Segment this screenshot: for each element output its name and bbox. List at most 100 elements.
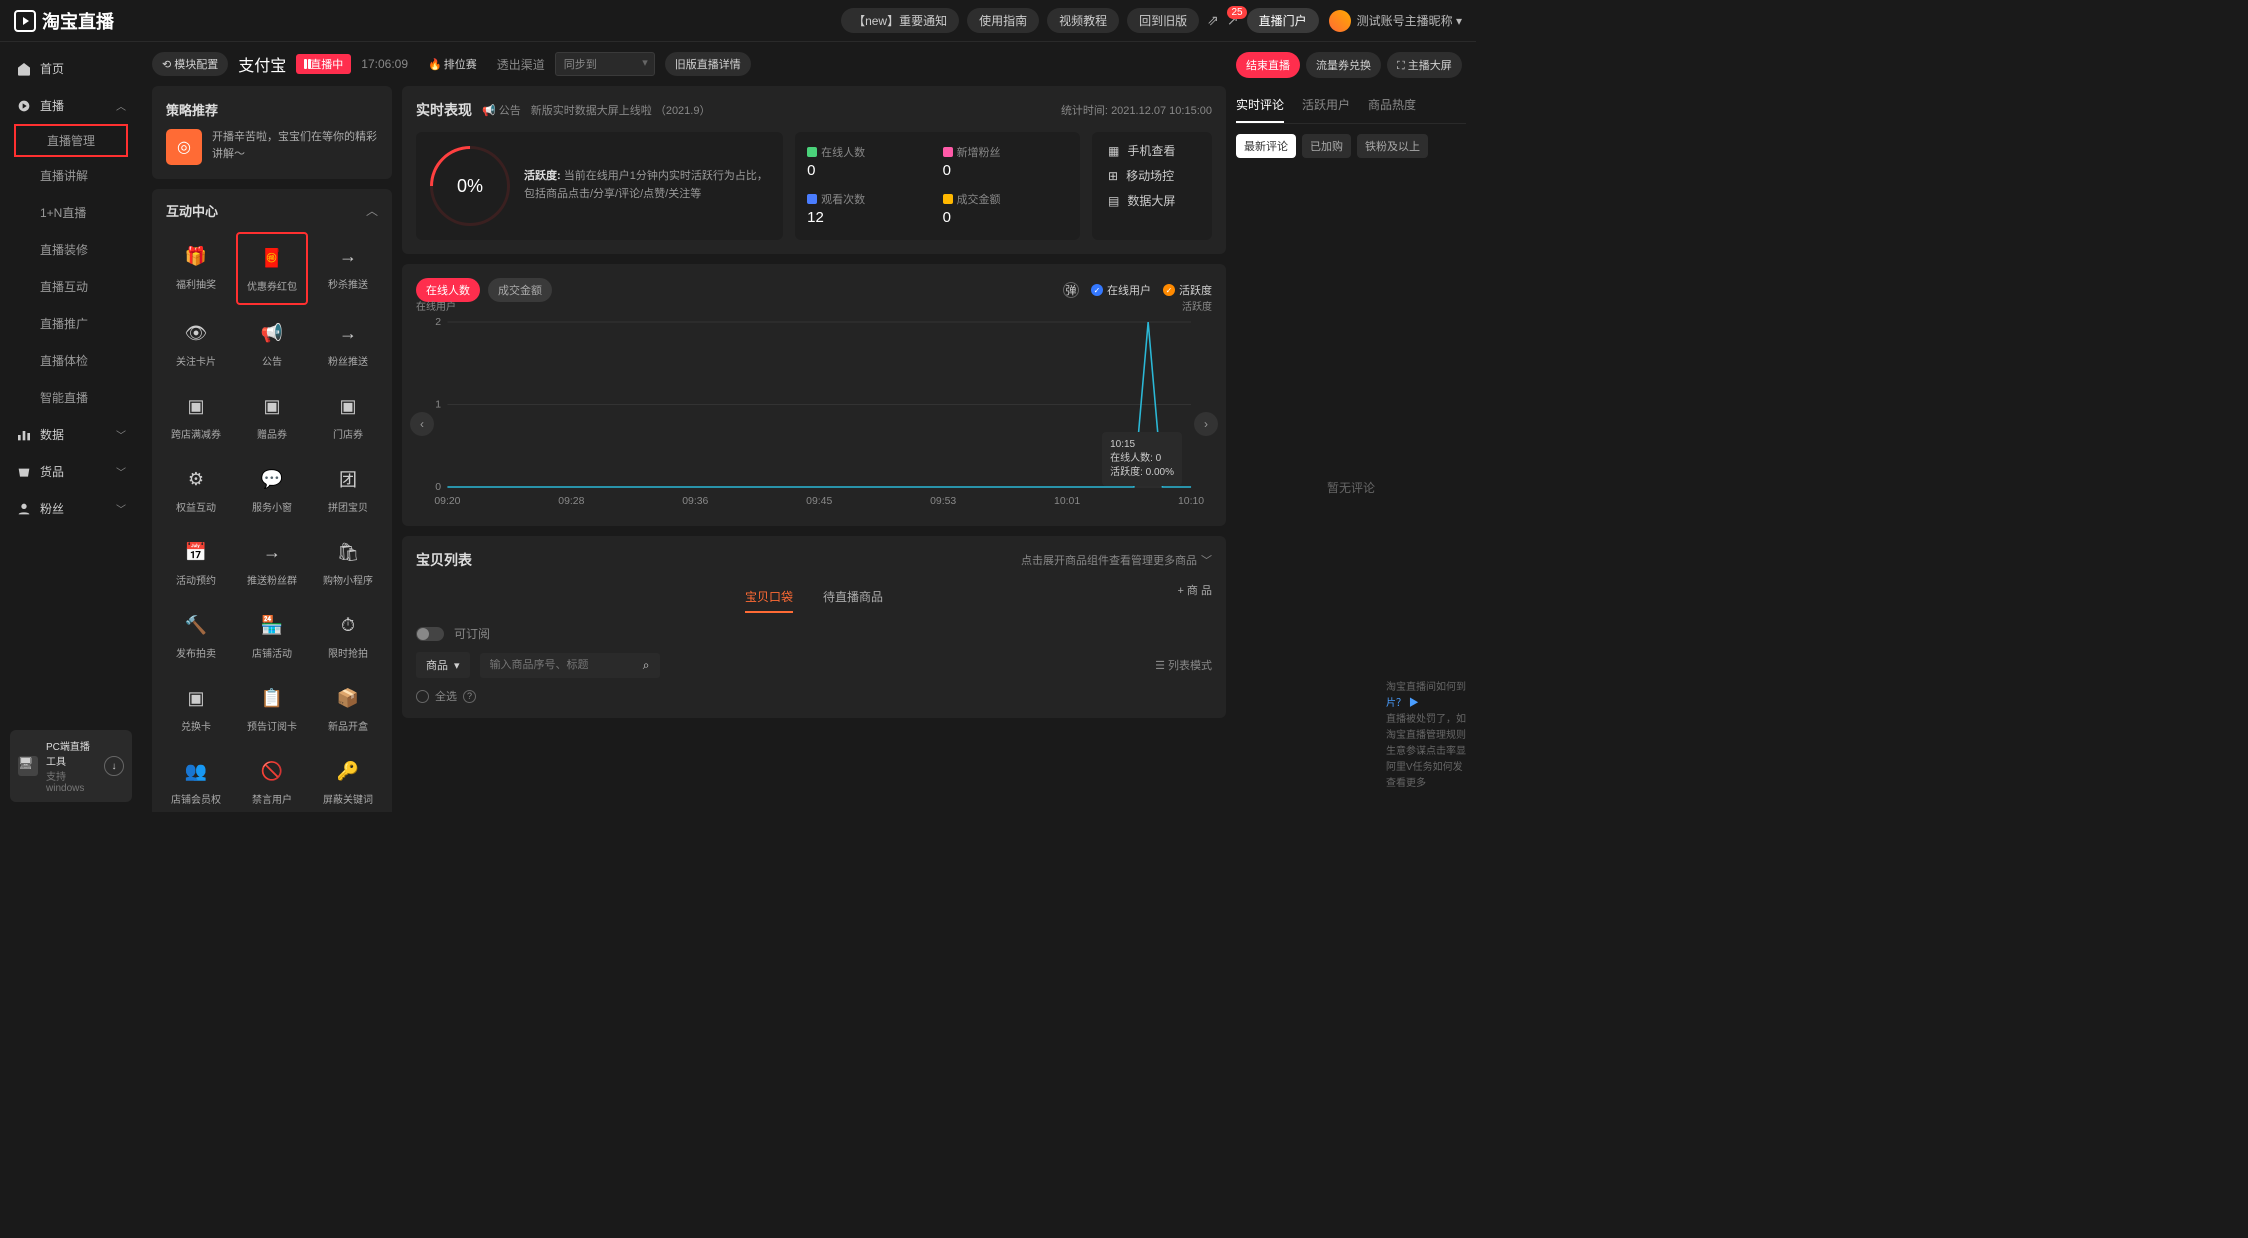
collapse-icon[interactable]: ︿ [366,202,378,219]
goods-type-dropdown[interactable]: 商品 ▾ [416,652,470,678]
sync-select[interactable]: 同步到 [555,52,655,76]
list-mode-btn[interactable]: ☰ 列表模式 [1155,657,1212,673]
rtab-comments[interactable]: 实时评论 [1236,88,1284,123]
int-icon: 🔨 [182,611,210,639]
coupon-btn[interactable]: 流量券兑换 [1306,52,1381,78]
chart-tab-gmv[interactable]: 成交金额 [488,278,552,302]
subscribe-toggle[interactable] [416,627,444,641]
top-btn-guide[interactable]: 使用指南 [967,8,1039,33]
goods-expand[interactable]: 点击展开商品组件查看管理更多商品 ﹀ [1021,552,1212,568]
strategy-title: 策略推荐 [166,100,378,119]
sidebar-goods[interactable]: 货品﹀ [0,453,142,490]
int-icon: → [258,538,286,566]
interaction-item[interactable]: 🛍购物小程序 [312,528,384,597]
bigscreen-btn[interactable]: ⛶ 主播大屏 [1387,52,1462,78]
interaction-item[interactable]: ▣赠品券 [236,382,308,451]
notification-icon[interactable]: ↗25 [1227,12,1239,29]
int-icon: 🛍 [334,538,362,566]
sidebar-live[interactable]: 直播︿ [0,87,142,124]
int-icon: 📋 [258,684,286,712]
legend-activity[interactable]: ✓活跃度 [1163,282,1212,298]
interaction-item[interactable]: 👥店铺会员权 [160,747,232,812]
chart-panel: 在线人数 成交金额 弹 ✓在线用户 ✓活跃度 在线用户 活跃度 [402,264,1226,526]
download-icon[interactable]: ↓ [104,756,124,776]
top-btn-notice[interactable]: 【new】重要通知 [841,8,959,33]
interaction-item[interactable]: 🚫禁言用户 [236,747,308,812]
interaction-item[interactable]: 💬服务小窗 [236,455,308,524]
interaction-item[interactable]: →粉丝推送 [312,309,384,378]
interaction-item[interactable]: ▣跨店满减券 [160,382,232,451]
action-link[interactable]: ▤数据大屏 [1108,192,1196,209]
rtab-goods-heat[interactable]: 商品热度 [1368,88,1416,123]
select-all-checkbox[interactable] [416,690,429,703]
sidebar-fans[interactable]: 粉丝﹀ [0,490,142,527]
pc-toolbox[interactable]: 🖥 PC端直播工具支持windows ↓ [10,730,132,802]
chart-next[interactable]: › [1194,412,1218,436]
chip-latest[interactable]: 最新评论 [1236,134,1296,158]
user-name[interactable]: 测试账号主播昵称 ▾ [1357,12,1462,29]
interaction-item[interactable]: 🔑屏蔽关键词 [312,747,384,812]
subscribe-label: 可订阅 [454,625,490,642]
interaction-item[interactable]: 📅活动预约 [160,528,232,597]
interaction-item[interactable]: 🎁福利抽奖 [160,232,232,305]
external-link-icon[interactable]: ⇗ [1207,12,1219,29]
top-btn-portal[interactable]: 直播门户 [1247,8,1319,33]
chip-ironfans[interactable]: 铁粉及以上 [1357,134,1428,158]
interaction-item[interactable]: 📦新品开盒 [312,674,384,743]
help-icon[interactable]: ? [463,690,476,703]
interaction-item[interactable]: 📋预告订阅卡 [236,674,308,743]
rtab-active-users[interactable]: 活跃用户 [1302,88,1350,123]
sidebar-home[interactable]: 首页 [0,50,142,87]
action-link[interactable]: ⊞移动场控 [1108,167,1196,184]
chart-prev[interactable]: ‹ [410,412,434,436]
sidebar-live-sub[interactable]: 智能直播 [0,379,142,416]
strategy-panel: 策略推荐 ◎ 开播辛苦啦，宝宝们在等你的精彩讲解～ [152,86,392,179]
sidebar-live-manage[interactable]: 直播管理 [14,124,128,157]
int-icon: → [334,319,362,347]
interaction-item[interactable]: ▣门店券 [312,382,384,451]
svg-text:0: 0 [435,482,441,493]
action-link[interactable]: ▦手机查看 [1108,142,1196,159]
int-icon: ▣ [182,684,210,712]
interaction-item[interactable]: 📢公告 [236,309,308,378]
interaction-item[interactable]: 👁关注卡片 [160,309,232,378]
rank-btn[interactable]: 排位赛 [418,52,487,76]
avatar[interactable] [1329,10,1351,32]
search-icon[interactable]: ⌕ [643,658,650,673]
interaction-item[interactable]: ⏱限时抢拍 [312,601,384,670]
sidebar-data[interactable]: 数据﹀ [0,416,142,453]
top-btn-video[interactable]: 视频教程 [1047,8,1119,33]
action-icon: ⊞ [1108,169,1118,183]
interaction-item[interactable]: 🔨发布拍卖 [160,601,232,670]
end-live-btn[interactable]: 结束直播 [1236,52,1300,78]
interaction-item[interactable]: ▣兑换卡 [160,674,232,743]
legend-online[interactable]: ✓在线用户 [1091,282,1151,298]
interaction-title: 互动中心 [166,201,218,220]
sidebar-live-sub[interactable]: 直播体检 [0,342,142,379]
sidebar-live-sub[interactable]: 直播互动 [0,268,142,305]
goods-search[interactable]: ⌕ [480,653,660,678]
module-config-btn[interactable]: ⟲ 模块配置 [152,52,228,76]
interaction-item[interactable]: →秒杀推送 [312,232,384,305]
chip-carted[interactable]: 已加购 [1302,134,1351,158]
strategy-icon: ◎ [166,129,202,165]
interaction-item[interactable]: 🏪店铺活动 [236,601,308,670]
interaction-item[interactable]: 🧧优惠券红包 [236,232,308,305]
channel-label: 透出渠道 [497,56,545,73]
add-goods-btn[interactable]: + 商 品 [1177,582,1212,598]
sidebar-live-sub[interactable]: 直播推广 [0,305,142,342]
interaction-item[interactable]: 团拼团宝贝 [312,455,384,524]
goods-tab-pending[interactable]: 待直播商品 [823,582,883,613]
svg-text:10:01: 10:01 [1054,496,1080,507]
sidebar-live-sub[interactable]: 1+N直播 [0,194,142,231]
int-icon: ▣ [258,392,286,420]
goods-tab-pocket[interactable]: 宝贝口袋 [745,582,793,613]
sidebar-live-sub[interactable]: 直播讲解 [0,157,142,194]
bullet-icon[interactable]: 弹 [1063,282,1079,298]
old-detail-btn[interactable]: 旧版直播详情 [665,52,751,76]
interaction-item[interactable]: →推送粉丝群 [236,528,308,597]
sidebar-live-sub[interactable]: 直播装修 [0,231,142,268]
interaction-item[interactable]: ⚙权益互动 [160,455,232,524]
int-icon: → [334,242,362,270]
top-btn-oldver[interactable]: 回到旧版 [1127,8,1199,33]
